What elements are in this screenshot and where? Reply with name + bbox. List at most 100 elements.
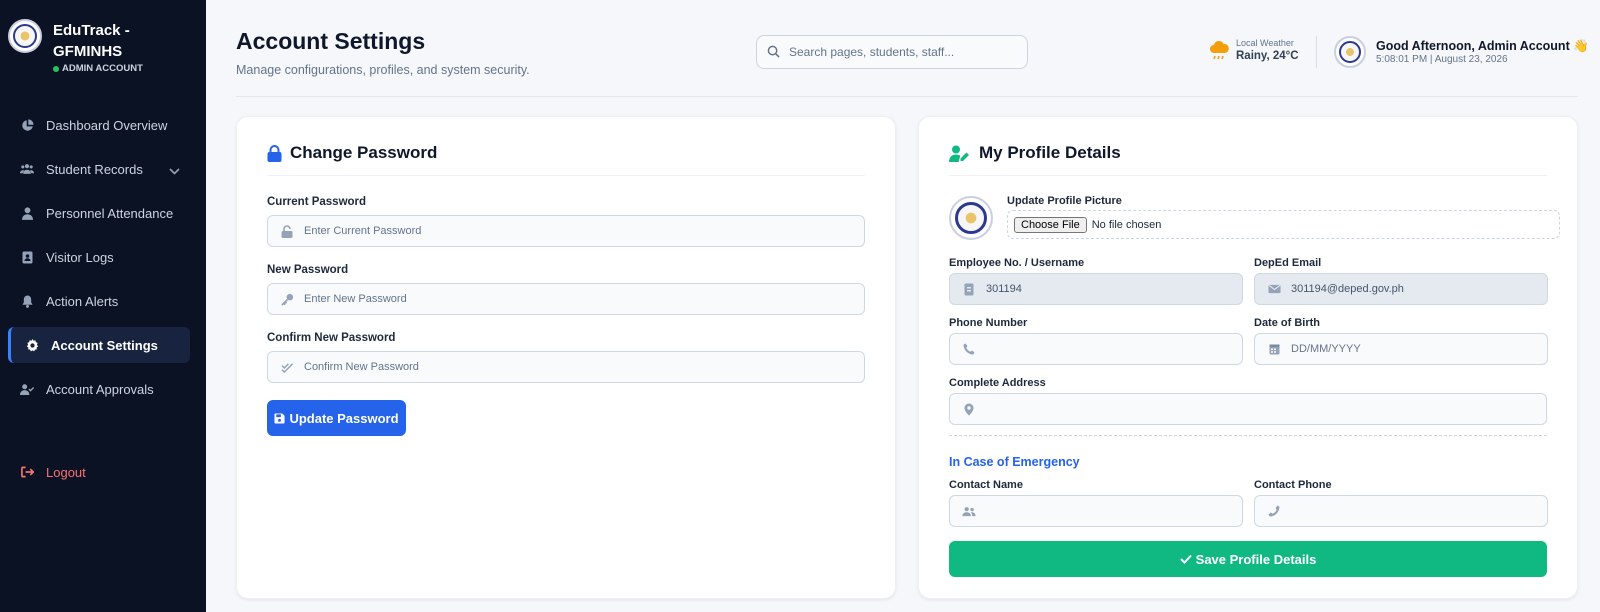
brand[interactable]: EduTrack - GFMINHS ADMIN ACCOUNT [8,19,153,74]
id-badge-icon [962,282,976,296]
section-divider [949,435,1547,436]
search-icon [767,45,781,59]
user-profile[interactable]: Good Afternoon, Admin Account 👋 5:08:01 … [1334,36,1589,68]
app-name: EduTrack - GFMINHS [53,22,130,60]
profile-picture-upload[interactable]: Choose File No file chosen [1007,210,1560,239]
check-icon [1179,554,1192,564]
bell-icon [20,294,34,308]
sidebar-item-label: Visitor Logs [46,249,114,265]
sidebar-item-account-settings[interactable]: Account Settings [8,327,190,363]
school-logo [8,19,42,53]
map-pin-icon [962,402,976,416]
user-tie-icon [20,206,34,220]
sidebar-item-label: Account Approvals [46,381,154,397]
choose-file-button[interactable]: Choose File [1014,216,1087,233]
contact-name-input[interactable] [986,505,1210,517]
contact-phone-label: Contact Phone [1254,479,1332,491]
search-input[interactable] [789,45,1019,59]
weather-label: Local Weather [1236,38,1294,48]
address-book-icon [20,250,34,264]
current-datetime: 5:08:01 PM | August 23, 2026 [1376,54,1508,65]
users-icon [20,162,34,176]
sidebar-item-student-records[interactable]: Student Records [8,151,190,187]
complete-address-field[interactable] [949,393,1547,425]
contact-name-field[interactable] [949,495,1243,527]
chevron-down-icon[interactable] [169,163,180,178]
profile-details-card: My Profile Details Update Profile Pictur… [918,116,1578,599]
card-divider [267,175,865,176]
envelope-icon [1267,282,1281,296]
deped-email-input[interactable] [1291,283,1515,295]
new-password-field[interactable] [267,283,865,315]
chart-pie-icon [20,118,34,132]
current-password-field[interactable] [267,215,865,247]
phone-number-input[interactable] [986,343,1210,355]
update-password-label: Update Password [289,410,399,426]
complete-address-label: Complete Address [949,377,1046,389]
lock-open-icon [280,224,294,238]
new-password-input[interactable] [304,293,772,305]
weather-value: Rainy, 24°C [1236,50,1299,62]
deped-email-field[interactable] [1254,273,1548,305]
new-password-label: New Password [267,264,349,276]
header-divider-line [236,96,1578,97]
weather-widget: Local Weather Rainy, 24°C [1208,38,1299,63]
search-box[interactable] [756,35,1028,69]
header-divider [1316,36,1317,68]
sidebar-item-label: Student Records [46,161,143,177]
date-of-birth-field[interactable] [1254,333,1548,365]
key-icon [280,292,294,306]
date-of-birth-label: Date of Birth [1254,317,1320,329]
contact-name-label: Contact Name [949,479,1023,491]
phone-number-field[interactable] [949,333,1243,365]
sidebar-item-label: Dashboard Overview [46,117,168,133]
floppy-disk-icon [274,412,285,424]
employee-number-field[interactable] [949,273,1243,305]
check-double-icon [280,360,294,374]
save-profile-button[interactable]: Save Profile Details [949,541,1547,577]
confirm-password-input[interactable] [304,361,772,373]
employee-number-input[interactable] [986,283,1210,295]
profile-picture-label: Update Profile Picture [1007,195,1122,207]
lock-icon [267,144,282,162]
sign-out-icon [20,465,34,479]
change-password-card: Change Password Current Password New Pas… [236,116,896,599]
deped-email-label: DepEd Email [1254,257,1322,269]
sidebar-nav: Dashboard Overview Student Records Perso… [8,107,190,415]
update-password-button[interactable]: Update Password [267,400,406,436]
sidebar-item-visitor-logs[interactable]: Visitor Logs [8,239,190,275]
calendar-icon [1267,342,1281,356]
card-title: My Profile Details [979,143,1121,162]
users-icon [962,504,976,518]
file-status: No file chosen [1091,218,1162,231]
user-edit-icon [949,145,971,162]
online-status-dot [53,65,59,72]
sidebar-item-label: Account Settings [51,337,158,353]
complete-address-input[interactable] [986,403,1454,415]
sidebar-item-dashboard-overview[interactable]: Dashboard Overview [8,107,190,143]
page-subtitle: Manage configurations, profiles, and sys… [236,63,530,77]
avatar [1334,36,1366,68]
confirm-password-label: Confirm New Password [267,332,396,344]
sidebar-item-personnel-attendance[interactable]: Personnel Attendance [8,195,190,231]
sidebar-item-label: Personnel Attendance [46,205,174,221]
phone-icon [962,342,976,356]
confirm-password-field[interactable] [267,351,865,383]
current-password-label: Current Password [267,196,367,208]
employee-number-label: Employee No. / Username [949,257,1085,269]
profile-avatar [949,196,993,240]
gear-icon [25,338,39,352]
page-title: Account Settings [236,28,426,54]
sidebar-item-action-alerts[interactable]: Action Alerts [8,283,190,319]
sidebar: EduTrack - GFMINHS ADMIN ACCOUNT Dashboa… [0,0,206,612]
contact-phone-field[interactable] [1254,495,1548,527]
sidebar-item-account-approvals[interactable]: Account Approvals [8,371,190,407]
contact-phone-input[interactable] [1291,505,1515,517]
date-of-birth-input[interactable] [1291,343,1515,355]
sidebar-item-label: Action Alerts [46,293,119,309]
card-divider [949,175,1547,176]
phone-icon [1267,504,1281,518]
logout-link[interactable]: Logout [8,454,190,490]
current-password-input[interactable] [304,225,772,237]
logout-label: Logout [46,464,86,480]
